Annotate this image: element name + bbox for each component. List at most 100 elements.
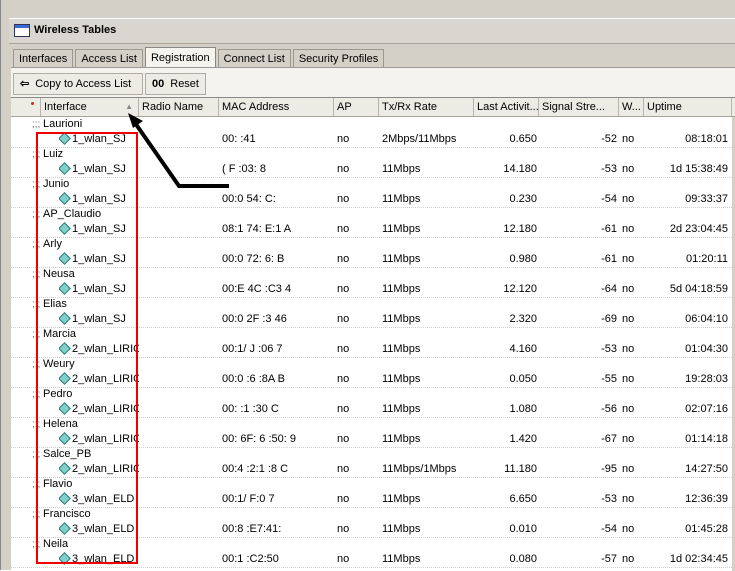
- comment-marker: ;;;: [32, 389, 41, 400]
- comment-text: Junio: [43, 178, 70, 190]
- tab-registration[interactable]: Registration: [144, 47, 216, 68]
- cell-w: no: [622, 253, 635, 265]
- header-ap[interactable]: AP: [334, 98, 379, 116]
- cell-mac: 00:0 54: C:: [222, 193, 276, 205]
- cell-rate: 11Mbps: [382, 223, 421, 235]
- cell-signal: -64: [601, 283, 617, 295]
- cell-mac: 00:8 :E7:41:: [222, 523, 282, 535]
- title-bar[interactable]: Wireless Tables: [9, 18, 735, 44]
- header-last-activity[interactable]: Last Activit...: [474, 98, 539, 116]
- arrow-left-icon: ⇦: [20, 78, 30, 90]
- window-title: Wireless Tables: [34, 24, 117, 36]
- copy-to-access-list-button[interactable]: ⇦ Copy to Access List: [13, 73, 143, 95]
- comment-row: ;;; Elias: [11, 297, 735, 312]
- header-signal-strength[interactable]: Signal Stre...: [539, 98, 619, 116]
- cell-interface: 1_wlan_SJ: [59, 132, 139, 147]
- wireless-interface-icon: [59, 494, 71, 503]
- comment-marker: ;;;: [32, 539, 41, 550]
- cell-uptime: 01:20:11: [685, 253, 728, 265]
- comment-row: ;;; AP_Claudio: [11, 207, 735, 222]
- table-row[interactable]: 1_wlan_SJ ( F :03: 8 no 11Mbps 14.180 -53 no 1d…: [11, 162, 735, 178]
- wireless-interface-icon: [59, 374, 71, 383]
- comment-text: Luiz: [43, 148, 64, 160]
- header-spacer: [11, 98, 41, 116]
- table-header: Interface ▲ Radio Name MAC Address AP Tx/…: [11, 98, 735, 117]
- cell-mac: 00:0 2F :3 46: [222, 313, 287, 325]
- cell-last: 1.080: [509, 403, 537, 415]
- tab-bar: Interfaces Access List Registration Conn…: [13, 47, 386, 68]
- cell-w: no: [622, 133, 635, 145]
- cell-signal: -61: [601, 223, 617, 235]
- cell-w: no: [622, 403, 635, 415]
- table-row[interactable]: 2_wlan_LIRIOS 00:0 :6 :8A B no 11Mbps 0.050 -…: [11, 372, 735, 388]
- table-row[interactable]: 1_wlan_SJ 00:0 2F :3 46 no 11Mbps 2.320 -69 no…: [11, 312, 735, 328]
- table-row[interactable]: 2_wlan_LIRIOS 00:1/ J :06 7 no 11Mbps 4.160 -…: [11, 342, 735, 358]
- cell-interface: 1_wlan_SJ: [59, 312, 139, 327]
- table-row[interactable]: 2_wlan_LIRIOS 00: :1 :30 C no 11Mbps 1.080 -5…: [11, 402, 735, 418]
- reset-button[interactable]: 00 Reset: [145, 73, 206, 95]
- reset-counter-icon: 00: [152, 78, 165, 90]
- header-interface[interactable]: Interface ▲: [41, 98, 139, 116]
- wireless-tables-window: Wireless Tables Interfaces Access List R…: [0, 0, 735, 571]
- wireless-interface-icon: [59, 254, 71, 263]
- header-uptime[interactable]: Uptime: [644, 98, 732, 116]
- header-wds[interactable]: W...: [619, 98, 644, 116]
- tab-connect-list[interactable]: Connect List: [217, 49, 291, 68]
- cell-ap: no: [337, 223, 350, 235]
- cell-mac: 00:0 72: 6: B: [222, 253, 285, 265]
- wireless-interface-icon: [59, 554, 71, 563]
- cell-ap: no: [337, 283, 350, 295]
- cell-w: no: [622, 463, 635, 475]
- comment-row: ;;; Junio: [11, 177, 735, 192]
- table-row[interactable]: 1_wlan_SJ 00:0 54: C: no 11Mbps 0.230 -54 no 09…: [11, 192, 735, 208]
- comment-text: AP_Claudio: [43, 208, 102, 220]
- comment-text: Marcia: [43, 328, 77, 340]
- tab-access-list[interactable]: Access List: [75, 49, 143, 68]
- header-mac-address[interactable]: MAC Address: [219, 98, 334, 116]
- table-row[interactable]: 1_wlan_SJ 00:E 4C :C3 4 no 11Mbps 12.120 -64 n…: [11, 282, 735, 298]
- table-row[interactable]: 3_wlan_ELD 00:1 :C2:50 no 11Mbps 0.080 -57 no 1…: [11, 552, 735, 568]
- interface-name: 1_wlan_SJ: [72, 223, 126, 235]
- comment-marker: ;;;: [32, 119, 41, 130]
- cell-rate: 11Mbps: [382, 373, 421, 385]
- cell-uptime: 14:27:50: [685, 463, 728, 475]
- header-tx-rx-rate[interactable]: Tx/Rx Rate: [379, 98, 474, 116]
- cell-uptime: 1d 02:34:45: [669, 553, 728, 565]
- comment-row: ;;; Laurioni: [11, 117, 735, 132]
- cell-rate: 11Mbps: [382, 283, 421, 295]
- sort-arrow-icon: ▲: [125, 102, 133, 111]
- cell-last: 14.180: [503, 163, 537, 175]
- table-row[interactable]: 2_wlan_LIRIOS 00:4 :2:1 :8 C no 11Mbps/1Mbp…: [11, 462, 735, 478]
- table-row[interactable]: 3_wlan_ELD 00:1/ F:0 7 no 11Mbps 6.650 -53 no 1…: [11, 492, 735, 508]
- tab-interfaces[interactable]: Interfaces: [13, 49, 74, 68]
- wireless-interface-icon: [59, 404, 71, 413]
- comment-row: ;;; Neusa: [11, 267, 735, 282]
- table-row[interactable]: 1_wlan_SJ 08:1 74: E:1 A no 11Mbps 12.180 -61…: [11, 222, 735, 238]
- cell-uptime: 01:14:18: [685, 433, 728, 445]
- cell-signal: -67: [601, 433, 617, 445]
- table-row[interactable]: 1_wlan_SJ 00: :41 no 2Mbps/11Mbps 0.650 -52 no…: [11, 132, 735, 148]
- cell-interface: 1_wlan_SJ: [59, 252, 139, 267]
- comment-text: Flavio: [43, 478, 73, 490]
- table-row[interactable]: 1_wlan_SJ 00:0 72: 6: B no 11Mbps 0.980 -61 no…: [11, 252, 735, 268]
- cell-last: 2.320: [509, 313, 537, 325]
- cell-mac: 00:1 :C2:50: [222, 553, 279, 565]
- wireless-interface-icon: [59, 284, 71, 293]
- comment-text: Arly: [43, 238, 62, 250]
- comment-row: ;;; Helena: [11, 417, 735, 432]
- comment-text: Weury: [43, 358, 75, 370]
- comment-text: Salce_PB: [43, 448, 92, 460]
- cell-interface: 2_wlan_LIRIOS: [59, 372, 139, 387]
- tab-security-profiles[interactable]: Security Profiles: [292, 49, 385, 68]
- table-row[interactable]: 3_wlan_ELD 00:8 :E7:41: no 11Mbps 0.010 -54 no…: [11, 522, 735, 538]
- cell-ap: no: [337, 553, 350, 565]
- interface-name: 3_wlan_ELD: [72, 493, 135, 505]
- header-radio-name[interactable]: Radio Name: [139, 98, 219, 116]
- wireless-interface-icon: [59, 224, 71, 233]
- table-row[interactable]: 2_wlan_LIRIOS 00: 6F: 6 :50: 9 no 11Mbps 1.4…: [11, 432, 735, 448]
- cell-uptime: 02:07:16: [685, 403, 728, 415]
- cell-last: 12.120: [503, 283, 537, 295]
- cell-signal: -53: [601, 163, 617, 175]
- cell-last: 4.160: [509, 343, 537, 355]
- cell-signal: -53: [601, 343, 617, 355]
